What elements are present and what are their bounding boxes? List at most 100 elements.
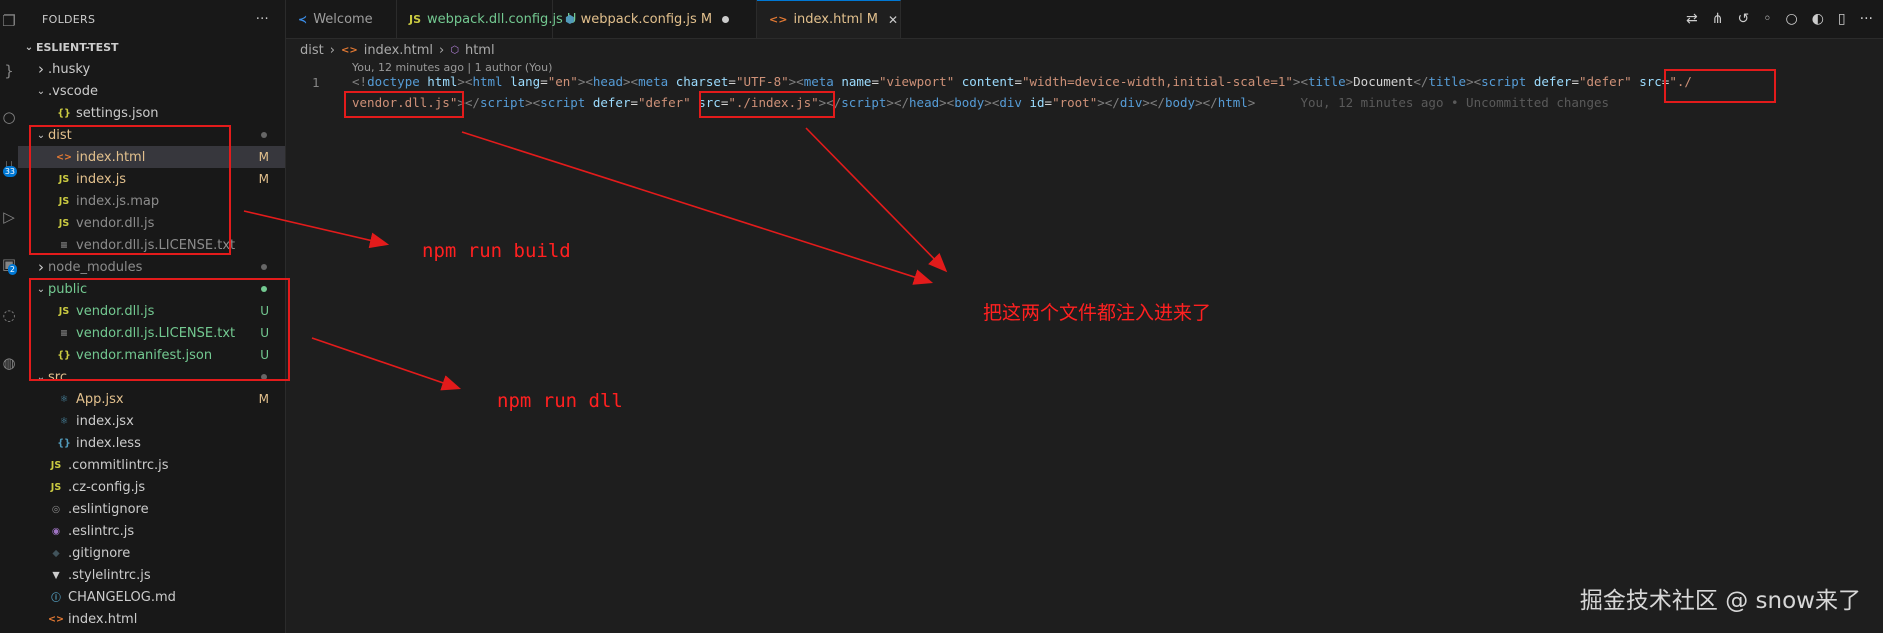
file-type-icon: {} (57, 437, 71, 449)
code-token: </ (1104, 95, 1120, 110)
docker-icon[interactable]: ◍ (0, 352, 18, 374)
folder-item[interactable]: ⌄ src (18, 366, 285, 388)
code-token: = (728, 74, 736, 89)
file-item[interactable]: ≡ vendor.dll.js.LICENSE.txt (18, 234, 285, 256)
chevron-down-icon: ⌄ (36, 85, 46, 97)
file-item[interactable]: ◎ .eslintignore (18, 498, 285, 520)
file-item[interactable]: ▼ .stylelintrc.js (18, 564, 285, 586)
file-type-icon: ◎ (51, 503, 61, 515)
breadcrumb-item[interactable]: dist (300, 43, 324, 58)
open-preview-icon[interactable]: ◐ (1812, 11, 1824, 27)
more-actions-icon[interactable]: ··· (256, 12, 269, 27)
tree-item-label: index.html (76, 149, 146, 165)
workspace-root[interactable]: ⌄ ESLIENT-TEST (18, 36, 285, 58)
file-item[interactable]: JS .cz-config.js (18, 476, 285, 498)
code-token: "defer" (1579, 74, 1632, 89)
file-item[interactable]: ⚛ App.jsx M (18, 388, 285, 410)
file-item[interactable]: ≡ vendor.dll.js.LICENSE.txt U (18, 322, 285, 344)
file-item[interactable]: JS index.js.map (18, 190, 285, 212)
file-item[interactable]: JS vendor.dll.js U (18, 300, 285, 322)
unsaved-dot-icon[interactable] (722, 15, 730, 23)
tree-item-label: index.js (76, 171, 127, 187)
code-token: "viewport" (878, 74, 955, 89)
file-item[interactable]: {} settings.json (18, 102, 285, 124)
tab-index-html[interactable]: <> index.html M ✕ (757, 0, 901, 38)
code-token: name (841, 74, 872, 89)
code-token: < (1473, 74, 1482, 89)
code-editor[interactable]: You, 12 minutes ago | 1 author (You) 1 <… (286, 61, 1883, 633)
tab-webpack-dll-config-js[interactable]: JS webpack.dll.config.js U (397, 0, 576, 38)
extensions-icon[interactable]: ▣2 (0, 253, 18, 275)
close-icon[interactable]: ✕ (888, 13, 898, 27)
git-status-badge: M (700, 11, 713, 27)
code-token: meta (803, 74, 834, 89)
tab-label: webpack.dll.config.js (427, 11, 563, 27)
watermark: 掘金技术社区 @ snow来了 (1579, 588, 1861, 614)
code-token: script (841, 95, 887, 110)
git-status-badge: M (258, 392, 269, 406)
remote-icon[interactable]: ◌ (0, 304, 18, 326)
git-graph-icon[interactable]: ⋔ (1712, 11, 1724, 27)
folder-item[interactable]: › node_modules (18, 256, 285, 278)
run-debug-icon[interactable]: ▷ (0, 206, 18, 228)
explorer-header: FOLDERS ··· (18, 0, 285, 38)
file-type-icon: {} (57, 349, 71, 361)
file-item[interactable]: <> index.html (18, 608, 285, 630)
folder-item[interactable]: › .husky (18, 58, 285, 80)
code-token: < (630, 74, 639, 89)
file-item[interactable]: {} vendor.manifest.json U (18, 344, 285, 366)
breadcrumb-item[interactable]: html (465, 43, 495, 58)
file-item[interactable]: ◆ .gitignore (18, 542, 285, 564)
folder-item[interactable]: ⌄ dist (18, 124, 285, 146)
chevron-down-icon: ⌄ (36, 129, 46, 141)
timeline-next-icon[interactable]: ○ (1785, 11, 1797, 27)
source-control-icon[interactable]: ⑂33 (0, 155, 18, 177)
code-token: > (939, 95, 947, 110)
code-token: script (479, 95, 526, 110)
go-back-change-icon[interactable]: ↺ (1737, 11, 1749, 27)
braces-icon[interactable]: } (0, 60, 18, 82)
folder-item[interactable]: ⌄ public (18, 278, 285, 300)
tree-item-label: vendor.dll.js.LICENSE.txt (76, 325, 236, 341)
folder-item[interactable]: ⌄ .vscode (18, 80, 285, 102)
code-token: "defer" (638, 95, 691, 110)
file-type-icon: <> (48, 613, 64, 625)
split-editor-icon[interactable]: ▯ (1838, 11, 1846, 27)
modified-dot (261, 132, 267, 138)
tree-item-label: src (48, 369, 67, 385)
code-token: > (984, 95, 992, 110)
more-editor-actions-icon[interactable]: ··· (1860, 11, 1873, 27)
file-type-icon: JS (58, 195, 70, 207)
code-token: </ (1202, 95, 1218, 110)
breadcrumb-separator-icon: › (439, 42, 445, 58)
timeline-prev-icon[interactable]: ◦ (1763, 11, 1771, 27)
git-status-badge: U (260, 348, 269, 362)
annotation-npm-run-build: npm run build (422, 240, 571, 262)
code-token: script (540, 95, 586, 110)
code-line-1-wrapped[interactable]: vendor.dll.js"></script><script defer="d… (352, 92, 1609, 114)
file-item[interactable]: <> index.html M (18, 146, 285, 168)
activity-badge: 2 (7, 264, 17, 275)
breadcrumb-item[interactable]: index.html (364, 43, 433, 58)
tab-Welcome[interactable]: ≺ Welcome (286, 0, 397, 38)
file-item[interactable]: ⚛ index.jsx (18, 410, 285, 432)
file-type-icon: ⬢ (565, 12, 575, 26)
file-item[interactable]: ⓘ CHANGELOG.md (18, 586, 285, 608)
tab-webpack-config-js[interactable]: ⬢ webpack.config.js M (553, 0, 757, 38)
file-item[interactable]: JS index.js M (18, 168, 285, 190)
code-token: "width=device-width,initial-scale=1" (1021, 74, 1293, 89)
file-item[interactable]: {} index.less (18, 432, 285, 454)
compare-changes-icon[interactable]: ⇄ (1686, 11, 1698, 27)
code-token: "root" (1052, 95, 1098, 110)
file-item[interactable]: JS vendor.dll.js (18, 212, 285, 234)
files-icon[interactable]: ❐ (0, 10, 18, 32)
workspace-root-label: ESLIENT-TEST (36, 40, 119, 54)
search-icon[interactable]: ○ (0, 106, 18, 128)
tree-item-label: CHANGELOG.md (68, 589, 176, 605)
editor-tab-bar: ⇄ ⋔ ↺ ◦ ○ ◐ ▯ ··· ≺ Welcome JS webpack.dll.… (286, 0, 1883, 39)
chevron-down-icon: ⌄ (24, 41, 34, 53)
file-item[interactable]: JS .commitlintrc.js (18, 454, 285, 476)
code-line-1[interactable]: <!doctype html><html lang="en"><head><me… (352, 71, 1692, 93)
file-item[interactable]: ◉ .eslintrc.js (18, 520, 285, 542)
tree-item-label: vendor.manifest.json (76, 347, 213, 363)
